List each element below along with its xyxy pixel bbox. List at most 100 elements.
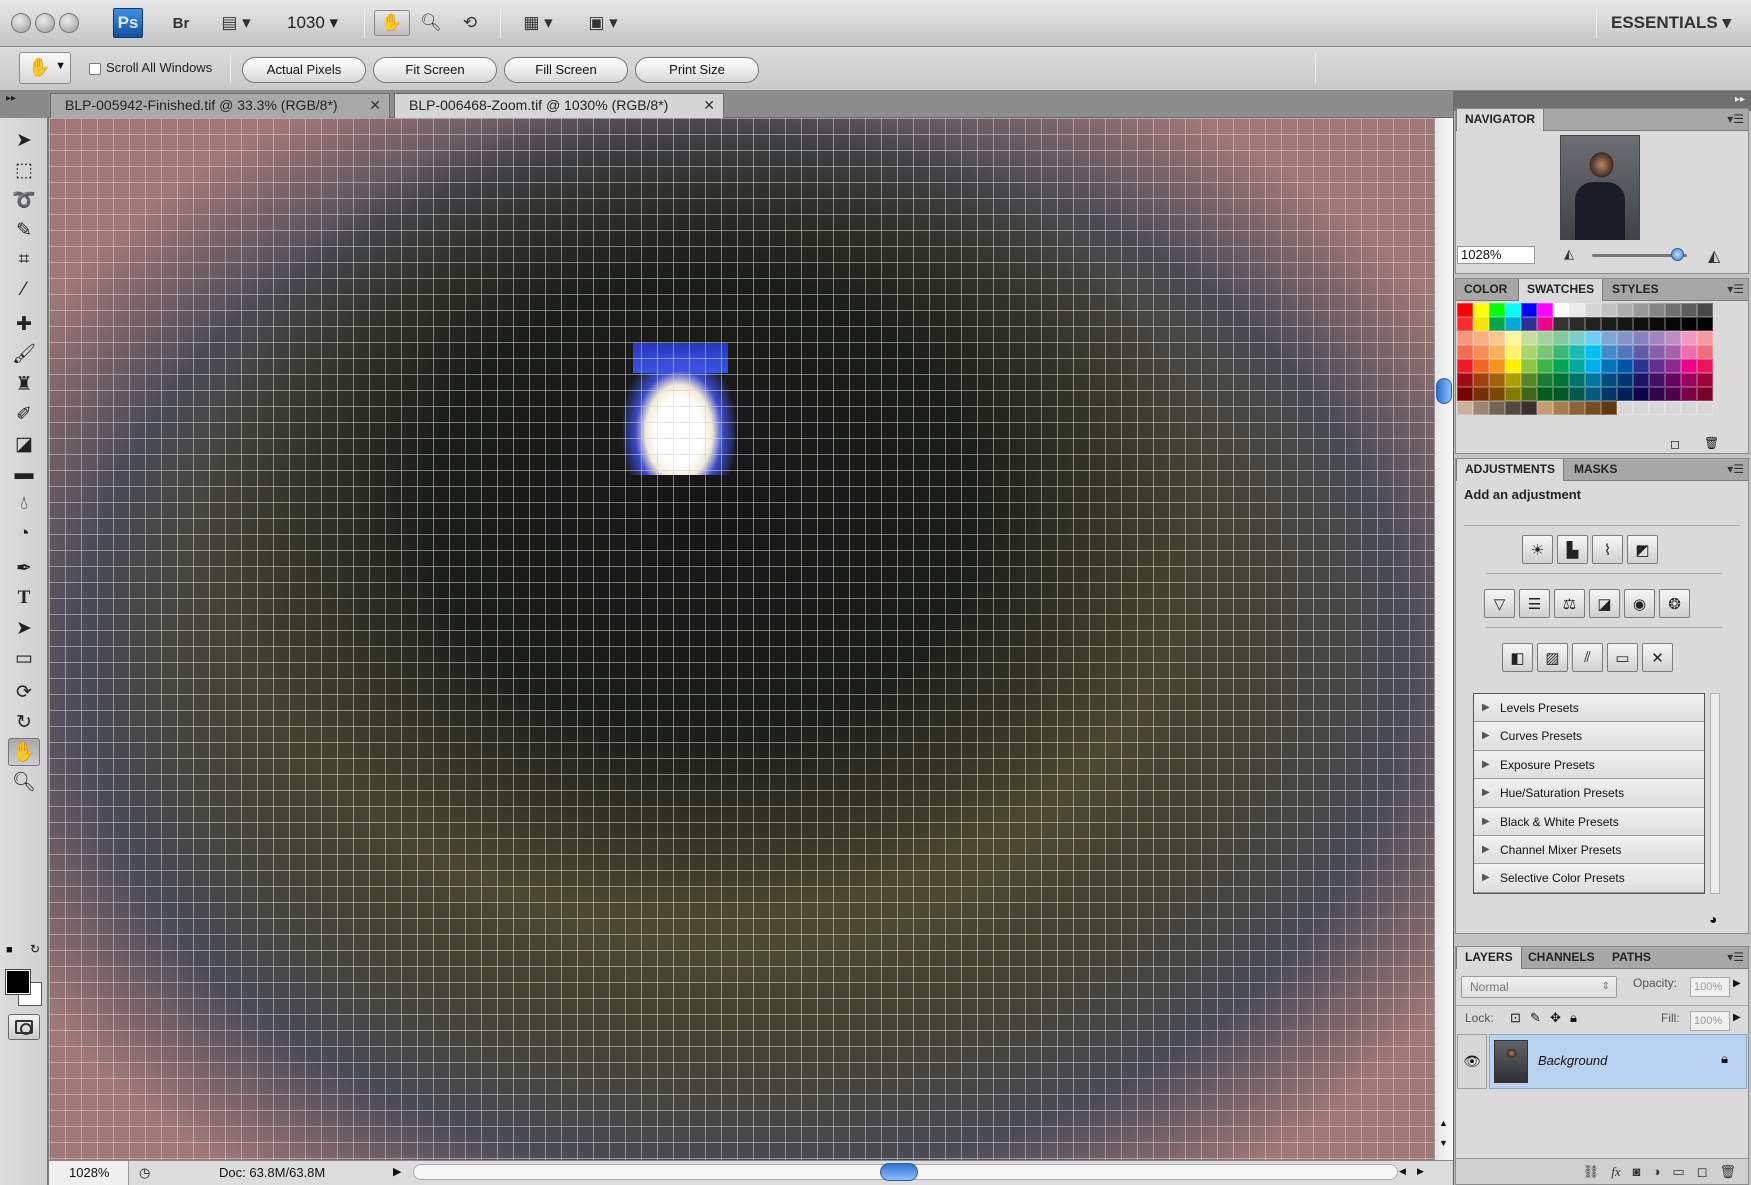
quick-selection-tool-icon[interactable]: ✎ xyxy=(8,216,40,244)
curves-icon[interactable]: ⌇ xyxy=(1592,535,1623,564)
status-zoom-field[interactable]: 1028% xyxy=(49,1161,129,1185)
navigator-thumbnail[interactable] xyxy=(1560,135,1640,240)
tab-layers[interactable]: LAYERS xyxy=(1456,947,1522,969)
tab-color[interactable]: COLOR xyxy=(1456,279,1515,301)
selective-color-icon[interactable]: ✕ xyxy=(1642,643,1673,672)
hand-tool-icon[interactable]: ✋ xyxy=(8,738,40,766)
swatch[interactable] xyxy=(1489,387,1505,401)
brightness-contrast-icon[interactable]: ☀ xyxy=(1522,535,1553,564)
new-layer-icon[interactable]: ◻ xyxy=(1697,1164,1708,1180)
swatch[interactable] xyxy=(1473,387,1489,401)
fill-field[interactable]: 100% xyxy=(1690,1011,1730,1031)
tool-preset-picker[interactable]: ✋ ▼ xyxy=(19,52,71,84)
black-white-icon[interactable]: ◪ xyxy=(1589,589,1620,618)
preset-levels[interactable]: Levels Presets xyxy=(1474,694,1704,723)
swatch[interactable] xyxy=(1697,331,1713,345)
swatch[interactable] xyxy=(1521,373,1537,387)
swatch[interactable] xyxy=(1569,303,1585,317)
swatch[interactable] xyxy=(1697,401,1713,415)
screen-mode-button[interactable]: ▣ ▾ xyxy=(580,10,626,36)
swatch[interactable] xyxy=(1553,331,1569,345)
swatch[interactable] xyxy=(1553,387,1569,401)
swatch[interactable] xyxy=(1457,373,1473,387)
workspace-switcher[interactable]: ESSENTIALS ▾ xyxy=(1611,13,1731,33)
document-canvas[interactable] xyxy=(49,118,1434,1160)
swatch[interactable] xyxy=(1633,387,1649,401)
scroll-down-icon[interactable]: ▼ xyxy=(1439,1138,1448,1148)
swatch[interactable] xyxy=(1569,317,1585,331)
swatch[interactable] xyxy=(1585,387,1601,401)
swatch[interactable] xyxy=(1665,359,1681,373)
swatch[interactable] xyxy=(1601,359,1617,373)
scroll-all-windows-checkbox[interactable] xyxy=(89,63,101,75)
presets-scrollbar[interactable] xyxy=(1710,693,1720,894)
swatch[interactable] xyxy=(1537,303,1553,317)
new-swatch-icon[interactable]: ◻ xyxy=(1670,437,1680,451)
healing-brush-tool-icon[interactable]: ✚ xyxy=(8,310,40,338)
link-layers-icon[interactable]: ⛓︎ xyxy=(1583,1164,1600,1180)
move-tool-icon[interactable]: ➤ xyxy=(8,126,40,154)
swatch[interactable] xyxy=(1617,317,1633,331)
swatch[interactable] xyxy=(1553,345,1569,359)
swatch[interactable] xyxy=(1537,373,1553,387)
close-icon[interactable]: ✕ xyxy=(369,94,381,117)
type-tool-icon[interactable]: T xyxy=(8,584,40,612)
arrange-documents-button[interactable]: ▦ ▾ xyxy=(515,10,561,36)
swatch[interactable] xyxy=(1601,317,1617,331)
swatch[interactable] xyxy=(1649,387,1665,401)
swatch[interactable] xyxy=(1489,331,1505,345)
close-icon[interactable]: ✕ xyxy=(703,94,715,117)
horizontal-scroll-thumb[interactable] xyxy=(880,1163,918,1181)
swatch[interactable] xyxy=(1569,345,1585,359)
swatch[interactable] xyxy=(1521,401,1537,415)
tab-styles[interactable]: STYLES xyxy=(1604,279,1667,301)
swatch[interactable] xyxy=(1489,401,1505,415)
swatch[interactable] xyxy=(1505,345,1521,359)
history-brush-tool-icon[interactable]: ✐ xyxy=(8,400,40,428)
swatch[interactable] xyxy=(1473,401,1489,415)
status-menu-arrow-icon[interactable]: ▶ xyxy=(393,1165,401,1178)
default-colors-icon[interactable]: ■ xyxy=(6,944,13,956)
zoom-out-mountain-icon[interactable]: ◭ xyxy=(1564,246,1574,262)
exposure-icon[interactable]: ◩ xyxy=(1627,535,1658,564)
zoom-level-dropdown[interactable]: 1030 ▾ xyxy=(287,13,338,33)
tab-paths[interactable]: PATHS xyxy=(1604,947,1659,969)
3d-rotate-tool-icon[interactable]: ⟳ xyxy=(8,678,40,706)
swatch[interactable] xyxy=(1489,373,1505,387)
swatch[interactable] xyxy=(1617,359,1633,373)
swatch[interactable] xyxy=(1553,401,1569,415)
swatch[interactable] xyxy=(1537,387,1553,401)
actual-pixels-button[interactable]: Actual Pixels xyxy=(242,57,366,83)
swatch[interactable] xyxy=(1537,359,1553,373)
print-size-button[interactable]: Print Size xyxy=(635,57,759,83)
swatch[interactable] xyxy=(1633,345,1649,359)
swatch[interactable] xyxy=(1473,359,1489,373)
swatch[interactable] xyxy=(1633,331,1649,345)
3d-orbit-tool-icon[interactable]: ↻ xyxy=(8,708,40,736)
zoom-tool-icon[interactable]: 🔍︎ xyxy=(8,768,40,796)
zoom-in-mountain-icon[interactable]: ◭ xyxy=(1708,246,1720,266)
tab-swatches[interactable]: SWATCHES xyxy=(1518,279,1604,301)
swatch[interactable] xyxy=(1649,345,1665,359)
swatch[interactable] xyxy=(1521,317,1537,331)
clip-to-layer-icon[interactable]: ◕ xyxy=(1709,911,1717,927)
swatch[interactable] xyxy=(1649,359,1665,373)
swatch[interactable] xyxy=(1633,303,1649,317)
color-balance-icon[interactable]: ⚖ xyxy=(1554,589,1585,618)
swatch[interactable] xyxy=(1681,359,1697,373)
swatch[interactable] xyxy=(1585,317,1601,331)
zoom-window-button[interactable] xyxy=(59,13,79,33)
path-selection-tool-icon[interactable]: ➤ xyxy=(8,614,40,642)
swatch[interactable] xyxy=(1521,331,1537,345)
swatch[interactable] xyxy=(1601,387,1617,401)
preset-exposure[interactable]: Exposure Presets xyxy=(1474,750,1704,780)
swatch[interactable] xyxy=(1681,373,1697,387)
tab-adjustments[interactable]: ADJUSTMENTS xyxy=(1456,459,1565,481)
swatch[interactable] xyxy=(1457,303,1473,317)
swatch[interactable] xyxy=(1601,345,1617,359)
swatch[interactable] xyxy=(1665,373,1681,387)
gradient-map-icon[interactable]: ▭ xyxy=(1607,643,1638,672)
swatch[interactable] xyxy=(1505,401,1521,415)
swatch[interactable] xyxy=(1457,345,1473,359)
swatch[interactable] xyxy=(1697,359,1713,373)
